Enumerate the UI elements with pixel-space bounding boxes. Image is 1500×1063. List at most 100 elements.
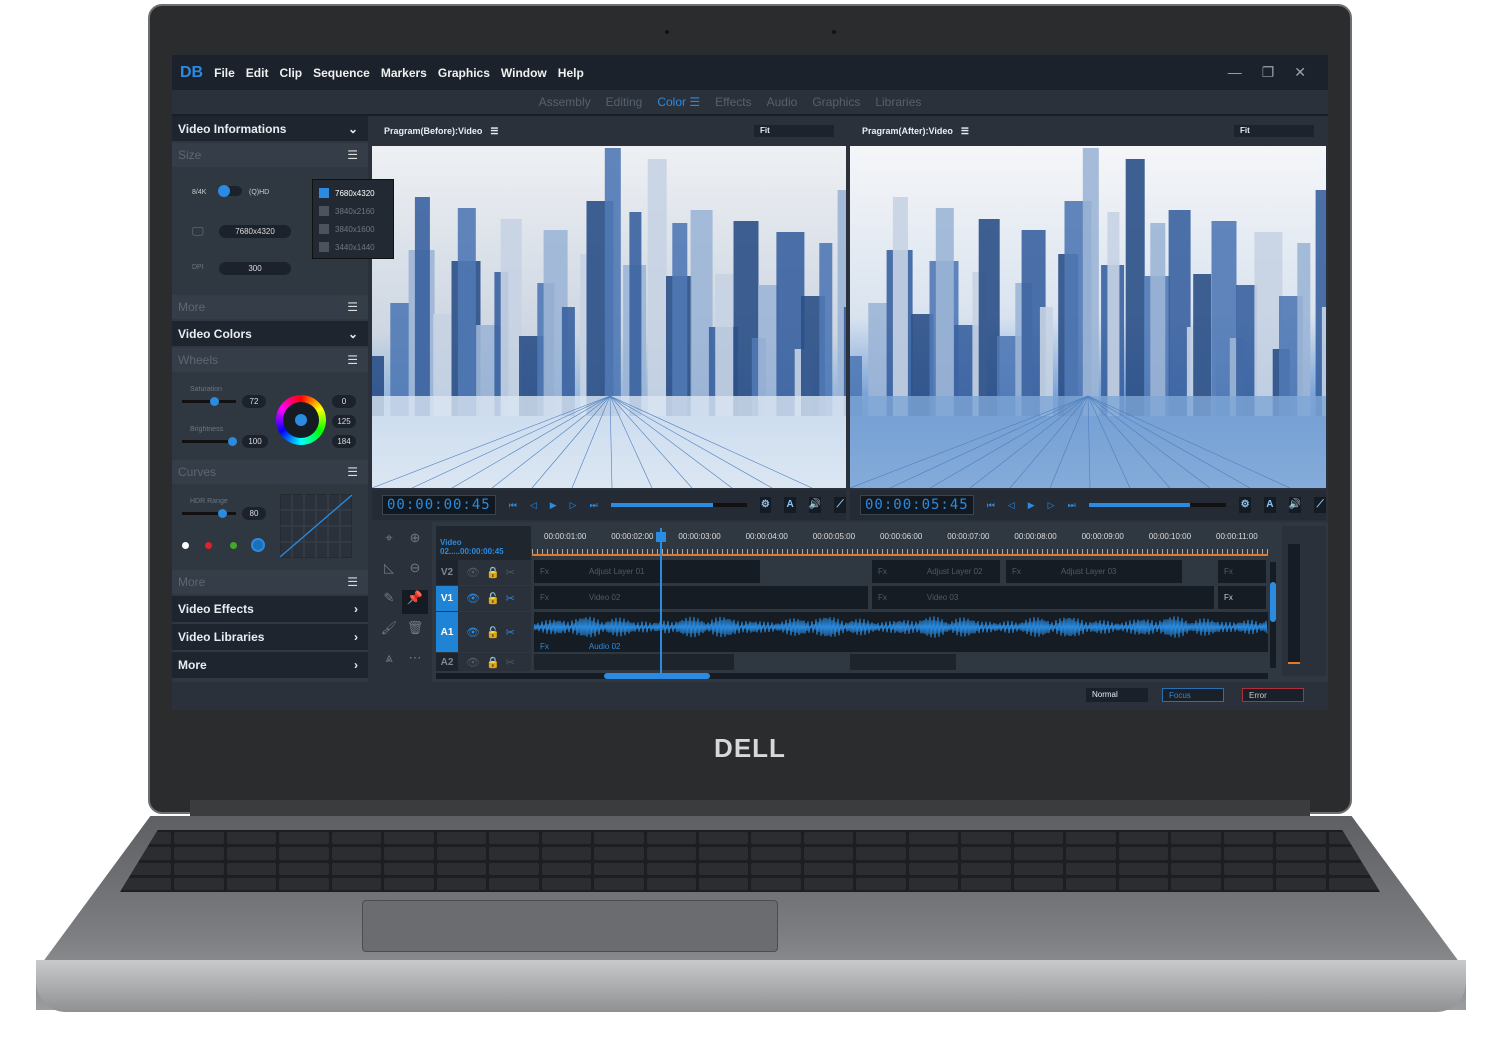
- clip-a2-1[interactable]: [534, 654, 734, 670]
- volume-icon[interactable]: 🔊: [1288, 497, 1302, 513]
- clip-adjust-layer-02[interactable]: Fx Adjust Layer 02: [872, 560, 1000, 583]
- skip-start-icon[interactable]: ⏮: [987, 500, 995, 511]
- resolution-option[interactable]: 3840x2160: [319, 202, 387, 220]
- timecode[interactable]: 00:00:00:45: [382, 495, 496, 515]
- resolution-option[interactable]: 7680x4320: [319, 184, 387, 202]
- eye-lock-tools-icons[interactable]: 👁🔒✂: [466, 566, 521, 579]
- brightness-slider[interactable]: [182, 437, 237, 446]
- status-normal[interactable]: Normal: [1086, 688, 1148, 702]
- more-item[interactable]: More ›: [172, 652, 368, 678]
- menu-icon[interactable]: ☰: [490, 126, 498, 137]
- resolution-option[interactable]: 3840x1600: [319, 220, 387, 238]
- compass-icon[interactable]: ⩓: [376, 650, 402, 674]
- clip-adjust-layer-03[interactable]: Fx Adjust Layer 03: [1006, 560, 1182, 583]
- vertical-scrollbar[interactable]: [1270, 562, 1276, 668]
- wheel-value-2[interactable]: 125: [332, 415, 356, 428]
- track-label[interactable]: A2: [436, 653, 458, 671]
- saturation-value[interactable]: 72: [242, 395, 266, 408]
- size-subheader[interactable]: Size ☰: [172, 143, 368, 167]
- clip-fx-end-v1[interactable]: Fx: [1218, 586, 1266, 609]
- tab-editing[interactable]: Editing: [606, 95, 643, 109]
- tab-libraries[interactable]: Libraries: [875, 95, 921, 109]
- menu-icon[interactable]: ☰: [961, 126, 969, 137]
- video-colors-header[interactable]: Video Colors ⌄: [172, 321, 368, 346]
- tab-assembly[interactable]: Assembly: [539, 95, 591, 109]
- wand-icon[interactable]: ⟋: [1314, 497, 1326, 513]
- play-icon[interactable]: ▶: [550, 500, 557, 511]
- focus-icon[interactable]: ⌖: [376, 530, 402, 554]
- menu-graphics[interactable]: Graphics: [438, 66, 490, 80]
- scrub-bar[interactable]: [1088, 503, 1227, 507]
- menu-markers[interactable]: Markers: [381, 66, 427, 80]
- step-back-icon[interactable]: ◁: [1008, 500, 1015, 511]
- video-frame-after[interactable]: [850, 146, 1326, 488]
- zoom-out-icon[interactable]: ⊖: [402, 560, 428, 584]
- video-frame-before[interactable]: [372, 146, 846, 488]
- text-icon[interactable]: A: [1263, 497, 1276, 513]
- clip-a2-2[interactable]: [850, 654, 956, 670]
- skip-end-icon[interactable]: ⏭: [590, 500, 598, 511]
- menu-window[interactable]: Window: [501, 66, 547, 80]
- close-button[interactable]: ✕: [1294, 64, 1306, 81]
- channel-white[interactable]: [182, 542, 189, 549]
- resolution-toggle[interactable]: [218, 185, 242, 197]
- tab-color[interactable]: Color ☰: [657, 95, 700, 109]
- brush-icon[interactable]: 🖌: [376, 620, 402, 644]
- settings-icon[interactable]: ⚙: [1239, 497, 1251, 513]
- saturation-slider[interactable]: [182, 397, 236, 406]
- skip-end-icon[interactable]: ⏭: [1068, 500, 1076, 511]
- settings-icon[interactable]: ⚙: [759, 497, 772, 513]
- volume-icon[interactable]: 🔊: [808, 497, 822, 513]
- status-focus[interactable]: Focus: [1162, 688, 1224, 702]
- eye-lock-tools-icons[interactable]: 👁🔒✂: [466, 656, 521, 669]
- menu-edit[interactable]: Edit: [246, 66, 269, 80]
- track-label[interactable]: A1: [436, 612, 458, 652]
- resolution-field[interactable]: 7680x4320: [219, 225, 291, 238]
- menu-help[interactable]: Help: [558, 66, 584, 80]
- clip-fx-end[interactable]: Fx: [1218, 560, 1266, 583]
- text-icon[interactable]: A: [784, 497, 796, 513]
- video-effects-item[interactable]: Video Effects ›: [172, 596, 368, 622]
- dpi-field[interactable]: 300: [219, 262, 291, 275]
- horizontal-scrollbar[interactable]: [436, 673, 1268, 679]
- zoom-in-icon[interactable]: ⊕: [402, 530, 428, 554]
- channel-green[interactable]: [230, 542, 237, 549]
- clip-video-02[interactable]: Fx Video 02: [534, 586, 868, 609]
- channel-red[interactable]: [205, 542, 212, 549]
- skip-start-icon[interactable]: ⏮: [509, 500, 517, 511]
- video-libraries-item[interactable]: Video Libraries ›: [172, 624, 368, 650]
- step-back-icon[interactable]: ◁: [530, 500, 537, 511]
- tab-effects[interactable]: Effects: [715, 95, 751, 109]
- channel-blue[interactable]: [251, 538, 265, 552]
- resolution-option[interactable]: 3440x1440: [319, 238, 387, 256]
- curve-graph[interactable]: [280, 494, 352, 558]
- track-label[interactable]: V2: [436, 560, 458, 585]
- scrub-bar[interactable]: [610, 503, 747, 507]
- wheels-subheader[interactable]: Wheels ☰: [172, 348, 368, 372]
- trash-icon[interactable]: 🗑: [402, 620, 428, 644]
- status-error[interactable]: Error: [1242, 688, 1304, 702]
- clip-video-03[interactable]: Fx Video 03: [872, 586, 1214, 609]
- crop-icon[interactable]: ◺: [376, 560, 402, 584]
- pen-icon[interactable]: ✎: [376, 590, 402, 614]
- menu-file[interactable]: File: [214, 66, 235, 80]
- time-ruler[interactable]: 00:00:01:00 00:00:02:00 00:00:03:00 00:00:0…: [532, 526, 1268, 556]
- pin-icon[interactable]: 📌: [402, 590, 428, 614]
- more-subheader-2[interactable]: More ☰: [172, 570, 368, 594]
- clip-adjust-layer-01[interactable]: Fx Adjust Layer 01: [534, 560, 760, 583]
- clip-audio-02[interactable]: Fx Audio 02: [534, 612, 1268, 652]
- wand-icon[interactable]: ⟋: [834, 497, 846, 513]
- track-label[interactable]: V1: [436, 586, 458, 611]
- more-icon[interactable]: ⋯: [402, 650, 428, 674]
- hdr-slider[interactable]: [182, 509, 236, 518]
- step-forward-icon[interactable]: ▷: [570, 500, 577, 511]
- fit-select[interactable]: Fit: [754, 125, 834, 137]
- step-forward-icon[interactable]: ▷: [1048, 500, 1055, 511]
- wheel-value-1[interactable]: 0: [332, 395, 356, 408]
- eye-lock-tools-icons[interactable]: 👁🔓✂: [466, 626, 521, 639]
- eye-lock-tools-icons[interactable]: 👁🔓✂: [466, 592, 521, 605]
- menu-clip[interactable]: Clip: [279, 66, 302, 80]
- fit-select[interactable]: Fit: [1234, 125, 1314, 137]
- more-subheader[interactable]: More ☰: [172, 295, 368, 319]
- tab-graphics[interactable]: Graphics: [812, 95, 860, 109]
